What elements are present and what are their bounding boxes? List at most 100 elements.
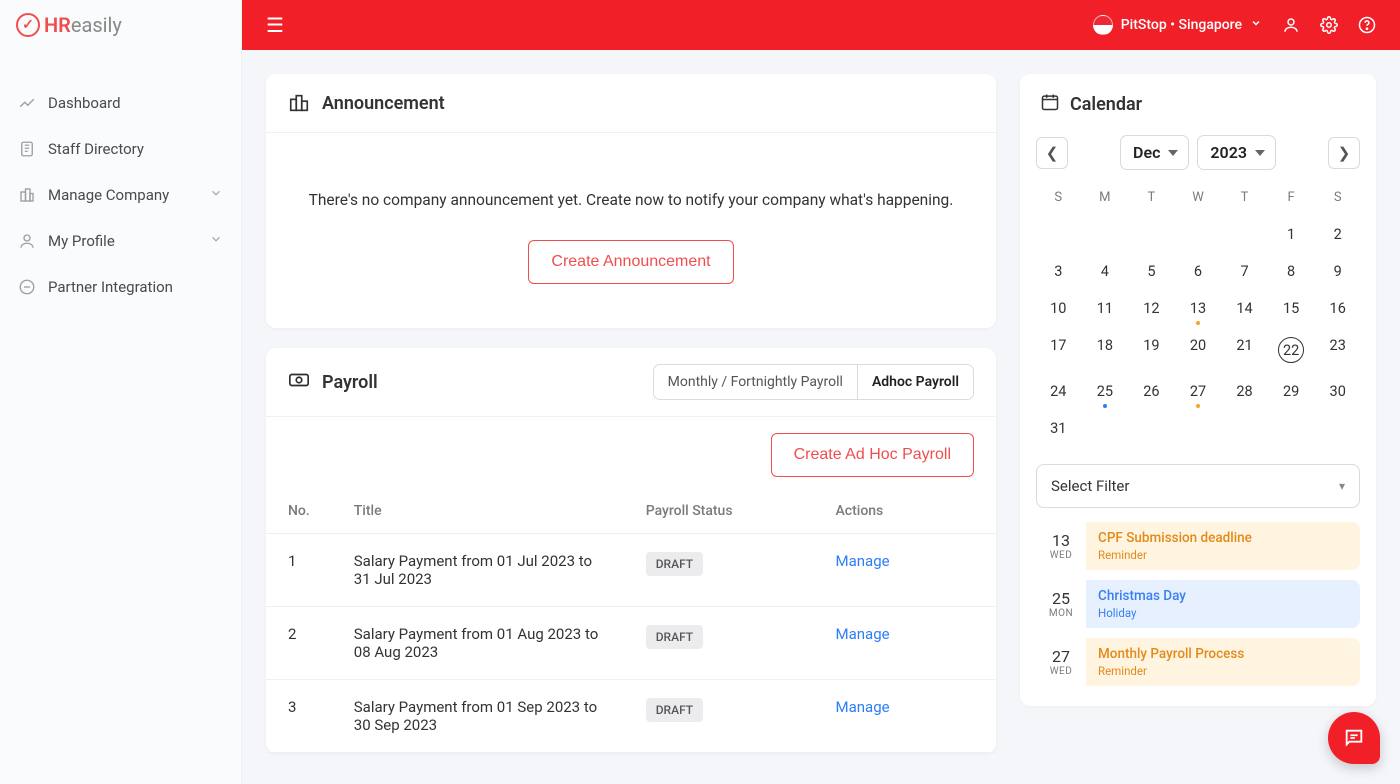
nav-label: Dashboard: [48, 94, 121, 112]
nav-label: Staff Directory: [48, 140, 144, 158]
calendar-day[interactable]: 3: [1036, 254, 1081, 289]
calendar-dow: T: [1129, 184, 1174, 215]
settings-icon[interactable]: [1320, 16, 1338, 34]
cell-status: DRAFT: [624, 534, 814, 607]
logo-text: HReasily: [44, 13, 122, 37]
calendar-event[interactable]: 27WED Monthly Payroll Process Reminder: [1036, 638, 1360, 686]
calendar-day[interactable]: 28: [1222, 374, 1267, 409]
cell-status: DRAFT: [624, 607, 814, 680]
calendar-day[interactable]: 27: [1176, 374, 1221, 409]
event-title: CPF Submission deadline: [1098, 530, 1348, 546]
calendar-title: Calendar: [1070, 94, 1142, 115]
flag-icon: [1093, 15, 1113, 35]
manage-link[interactable]: Manage: [836, 552, 890, 570]
event-date: 27WED: [1036, 638, 1086, 686]
calendar-dow: S: [1036, 184, 1081, 215]
calendar-day[interactable]: 22: [1269, 328, 1314, 372]
table-row: 1Salary Payment from 01 Jul 2023 to 31 J…: [266, 534, 996, 607]
calendar-day[interactable]: 11: [1083, 291, 1128, 326]
sidebar: ✓ HReasily Dashboard Staff Directory Manag…: [0, 0, 242, 784]
payroll-tab[interactable]: Adhoc Payroll: [858, 365, 973, 399]
tenant-switcher[interactable]: PitStop • Singapore: [1093, 15, 1262, 35]
sidebar-item-dashboard[interactable]: Dashboard: [0, 80, 241, 126]
chat-fab[interactable]: [1328, 712, 1380, 764]
calendar-month-select[interactable]: Dec: [1120, 135, 1189, 170]
sidebar-item-partner-integration[interactable]: Partner Integration: [0, 264, 241, 310]
calendar-year-select[interactable]: 2023: [1197, 135, 1276, 170]
calendar-day[interactable]: 20: [1176, 328, 1221, 372]
event-title: Monthly Payroll Process: [1098, 646, 1348, 662]
calendar-day[interactable]: 13: [1176, 291, 1221, 326]
tenant-name: PitStop • Singapore: [1121, 17, 1242, 33]
calendar-day[interactable]: 4: [1083, 254, 1128, 289]
status-badge: DRAFT: [646, 698, 703, 722]
cell-status: DRAFT: [624, 680, 814, 753]
status-badge: DRAFT: [646, 625, 703, 649]
calendar-day[interactable]: 21: [1222, 328, 1267, 372]
logo[interactable]: ✓ HReasily: [0, 0, 241, 50]
cell-no: 1: [266, 534, 332, 607]
event-date: 13WED: [1036, 522, 1086, 570]
sidebar-item-staff-directory[interactable]: Staff Directory: [0, 126, 241, 172]
calendar-event[interactable]: 13WED CPF Submission deadline Reminder: [1036, 522, 1360, 570]
calendar-next-button[interactable]: ❯: [1328, 137, 1360, 169]
chevron-down-icon: ▾: [1339, 479, 1345, 493]
calendar-day[interactable]: 9: [1315, 254, 1360, 289]
calendar-day[interactable]: 16: [1315, 291, 1360, 326]
calendar-day[interactable]: 25: [1083, 374, 1128, 409]
calendar-day[interactable]: 30: [1315, 374, 1360, 409]
announcement-card: Announcement There's no company announce…: [266, 74, 996, 328]
calendar-dow: T: [1222, 184, 1267, 215]
calendar-day[interactable]: 10: [1036, 291, 1081, 326]
help-icon[interactable]: [1358, 16, 1376, 34]
calendar-day[interactable]: 26: [1129, 374, 1174, 409]
event-type: Reminder: [1098, 548, 1348, 562]
calendar-day[interactable]: 7: [1222, 254, 1267, 289]
status-badge: DRAFT: [646, 552, 703, 576]
payroll-tab[interactable]: Monthly / Fortnightly Payroll: [654, 365, 858, 399]
manage-link[interactable]: Manage: [836, 625, 890, 643]
nav: Dashboard Staff Directory Manage CompanyMy…: [0, 50, 241, 310]
calendar-grid: SMTWTFS123456789101112131415161718192021…: [1036, 184, 1360, 446]
chevron-down-icon: [209, 232, 223, 250]
create-announcement-button[interactable]: Create Announcement: [528, 240, 733, 284]
col-title: Title: [332, 489, 624, 534]
calendar-day[interactable]: 8: [1269, 254, 1314, 289]
calendar-day[interactable]: 6: [1176, 254, 1221, 289]
calendar-event[interactable]: 25MONChristmas DayHoliday: [1036, 580, 1360, 628]
cell-title: Salary Payment from 01 Jul 2023 to 31 Ju…: [332, 534, 624, 607]
calendar-day[interactable]: 31: [1036, 411, 1081, 446]
manage-link[interactable]: Manage: [836, 698, 890, 716]
calendar-filter-select[interactable]: Select Filter ▾: [1036, 464, 1360, 508]
create-adhoc-payroll-button[interactable]: Create Ad Hoc Payroll: [771, 433, 974, 477]
user-icon[interactable]: [1282, 16, 1300, 34]
calendar-day[interactable]: 17: [1036, 328, 1081, 372]
sidebar-item-manage-company[interactable]: Manage Company: [0, 172, 241, 218]
chevron-down-icon: [209, 186, 223, 204]
event-type: Reminder: [1098, 664, 1348, 678]
payroll-card: Payroll Monthly / Fortnightly PayrollAdh…: [266, 348, 996, 753]
calendar-prev-button[interactable]: ❮: [1036, 137, 1068, 169]
nav-icon: [18, 94, 36, 112]
calendar-icon: [1040, 92, 1060, 117]
payroll-table: No. Title Payroll Status Actions 1Salary…: [266, 489, 996, 753]
calendar-day[interactable]: 15: [1269, 291, 1314, 326]
cell-actions: Manage: [814, 680, 997, 753]
calendar-dow: W: [1176, 184, 1221, 215]
calendar-dow: M: [1083, 184, 1128, 215]
calendar-day[interactable]: 24: [1036, 374, 1081, 409]
calendar-day[interactable]: 14: [1222, 291, 1267, 326]
calendar-day[interactable]: 1: [1269, 217, 1314, 252]
calendar-day[interactable]: 23: [1315, 328, 1360, 372]
calendar-day[interactable]: 29: [1269, 374, 1314, 409]
sidebar-item-my-profile[interactable]: My Profile: [0, 218, 241, 264]
calendar-day[interactable]: 12: [1129, 291, 1174, 326]
calendar-dow: F: [1269, 184, 1314, 215]
cell-actions: Manage: [814, 534, 997, 607]
calendar-day[interactable]: 5: [1129, 254, 1174, 289]
calendar-day[interactable]: 18: [1083, 328, 1128, 372]
payroll-icon: [288, 369, 310, 395]
menu-toggle-icon[interactable]: ☰: [266, 13, 284, 37]
calendar-day[interactable]: 2: [1315, 217, 1360, 252]
calendar-day[interactable]: 19: [1129, 328, 1174, 372]
